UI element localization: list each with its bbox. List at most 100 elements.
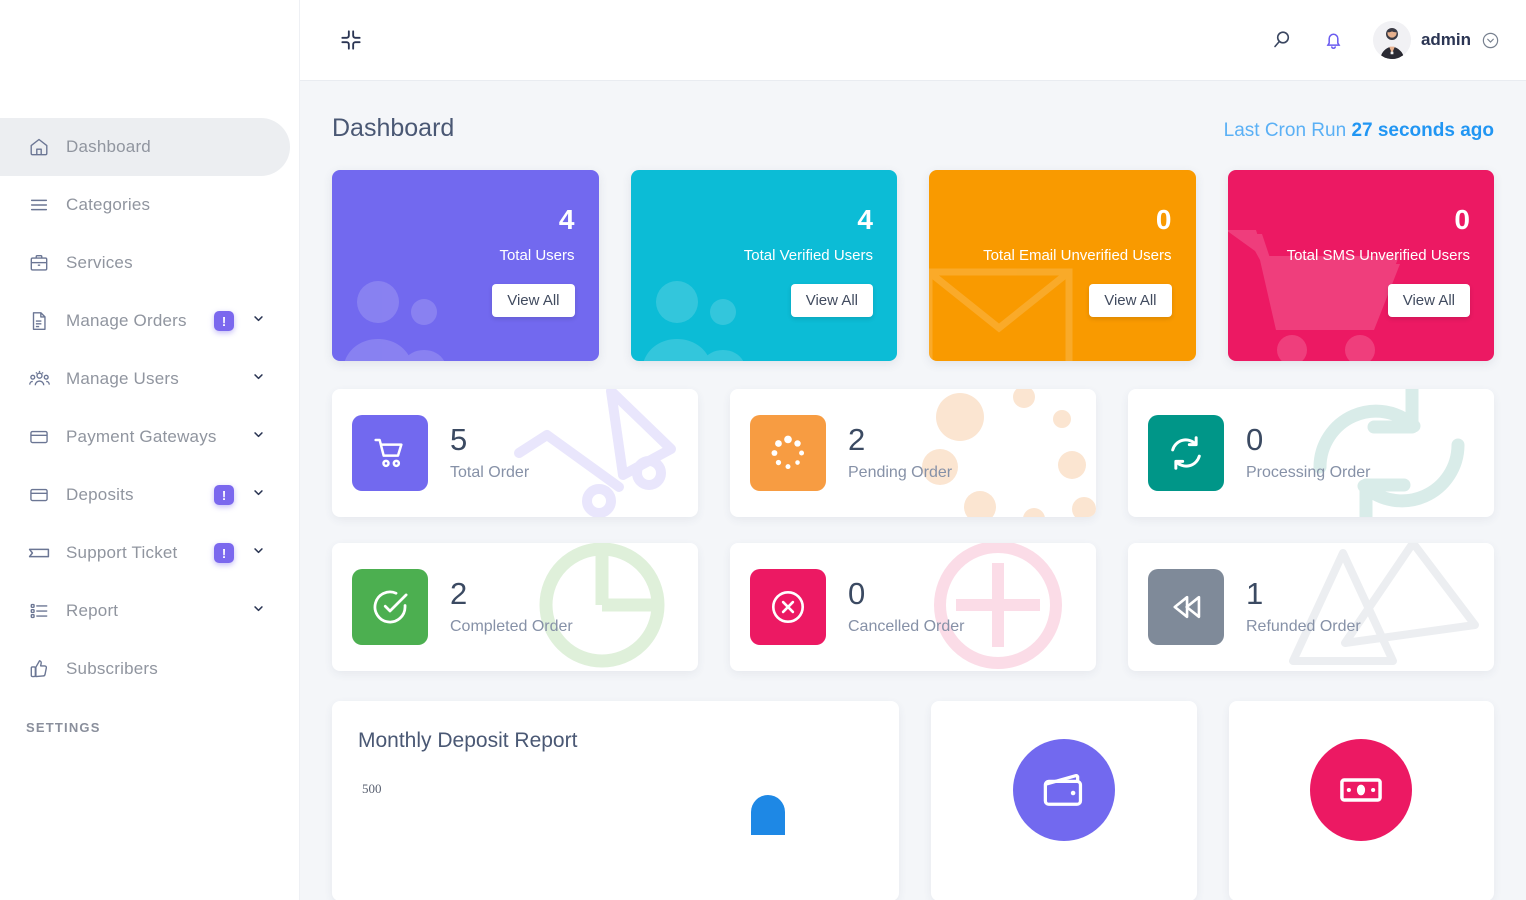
order-value: 1: [1246, 576, 1264, 612]
sidebar-item-manage-orders[interactable]: Manage Orders!: [0, 292, 290, 350]
order-card-completed-order[interactable]: 2 Completed Order: [332, 543, 698, 671]
order-cards-row-1: 5 Total Order 2 Pending Order 0 Processing Or…: [300, 389, 1526, 517]
sidebar-item-label: Support Ticket: [66, 543, 178, 562]
stat-label: Total SMS Unverified Users: [1286, 247, 1470, 264]
sidebar-item-support-ticket[interactable]: Support Ticket!: [0, 524, 290, 582]
stat-value: 4: [857, 204, 873, 235]
chevron-down-icon[interactable]: [251, 485, 266, 505]
cron-prefix: Last Cron Run: [1223, 120, 1352, 141]
deposit-chart: 500: [332, 773, 899, 900]
stat-card-total-email-unverified-users[interactable]: 0 Total Email Unverified Users View All: [929, 170, 1196, 361]
envelope-icon: [929, 254, 1081, 361]
sidebar-item-label: Payment Gateways: [66, 427, 217, 446]
sidebar-item-services[interactable]: Services: [0, 234, 290, 292]
order-value: 0: [848, 576, 866, 612]
order-value: 2: [450, 576, 468, 612]
check-circle-icon: [352, 569, 428, 645]
order-card-refunded-order[interactable]: 1 Refunded Order: [1128, 543, 1494, 671]
money-note-icon-wrap: [1310, 739, 1413, 841]
card-icon: [26, 482, 52, 508]
view-all-button[interactable]: View All: [1089, 284, 1172, 317]
refresh-icon: [1148, 415, 1224, 491]
main-content: Dashboard Last Cron Run 27 seconds ago 4…: [300, 81, 1526, 900]
users-group-icon: [631, 254, 773, 361]
card-icon: [26, 424, 52, 450]
users-group-icon: [332, 254, 474, 361]
rewind-icon: [1148, 569, 1224, 645]
page-title: Dashboard: [332, 114, 455, 142]
document-icon: [26, 308, 52, 334]
chevron-down-icon[interactable]: [251, 601, 266, 621]
stat-card-total-users[interactable]: 4 Total Users View All: [332, 170, 599, 361]
sidebar-item-label: Subscribers: [66, 659, 158, 678]
stat-value: 4: [558, 204, 575, 235]
stat-label: Total Users: [499, 247, 575, 264]
sidebar-item-dashboard[interactable]: Dashboard: [0, 118, 290, 176]
view-all-button[interactable]: View All: [1387, 284, 1470, 317]
chevron-down-icon[interactable]: [251, 427, 266, 447]
ticket-icon: [26, 540, 52, 566]
view-all-button[interactable]: View All: [492, 284, 575, 317]
order-label: Completed Order: [450, 617, 573, 635]
sidebar-item-label: Deposits: [66, 485, 134, 504]
sidebar-item-subscribers[interactable]: Subscribers: [0, 640, 290, 698]
stat-label: Total Verified Users: [743, 247, 873, 264]
search-icon[interactable]: [1270, 28, 1294, 52]
avatar: [1372, 21, 1411, 59]
chart-series-point: [751, 795, 785, 835]
money-panel[interactable]: [1228, 701, 1494, 900]
stat-value: 0: [1155, 204, 1172, 235]
chart-ytick: 500: [362, 781, 382, 796]
sidebar-nav: Dashboard Categories Services Manage Orders…: [0, 118, 299, 735]
cart-icon: [352, 415, 428, 491]
stat-card-total-verified-users[interactable]: 4 Total Verified Users View All: [630, 170, 897, 361]
sidebar-item-label: Services: [66, 253, 133, 272]
stat-card-total-sms-unverified-users[interactable]: 0 Total SMS Unverified Users View All: [1227, 170, 1494, 361]
home-icon: [26, 134, 52, 160]
order-card-total-order[interactable]: 5 Total Order: [332, 389, 698, 517]
sidebar-item-report[interactable]: Report: [0, 582, 290, 640]
sidebar-item-categories[interactable]: Categories: [0, 176, 290, 234]
compress-icon[interactable]: [338, 27, 364, 53]
order-label: Pending Order: [848, 463, 953, 481]
order-card-pending-order[interactable]: 2 Pending Order: [730, 389, 1096, 517]
username-label: admin: [1420, 30, 1471, 49]
panel-title: Monthly Deposit Report: [358, 729, 578, 752]
stat-cards-row: 4 Total Users View All 4 Total Verified User…: [300, 170, 1526, 361]
view-all-button[interactable]: View All: [790, 284, 873, 317]
bottom-row: Monthly Deposit Report 500: [300, 701, 1526, 900]
sidebar-item-payment-gateways[interactable]: Payment Gateways: [0, 408, 290, 466]
sidebar-section-settings: SETTINGS: [26, 720, 101, 735]
sidebar-item-label: Manage Orders: [66, 311, 187, 330]
list-icon: [26, 192, 52, 218]
order-label: Cancelled Order: [848, 617, 965, 635]
bell-icon[interactable]: [1322, 29, 1345, 52]
order-card-processing-order[interactable]: 0 Processing Order: [1128, 389, 1494, 517]
briefcase-icon: [26, 250, 52, 276]
users-icon: [26, 366, 52, 392]
order-value: 5: [450, 422, 468, 458]
order-label: Total Order: [450, 463, 530, 481]
wallet-panel[interactable]: [931, 701, 1197, 900]
order-value: 0: [1246, 422, 1264, 458]
order-cards-row-2: 2 Completed Order 0 Cancelled Order 1 Refunde…: [300, 543, 1526, 671]
chevron-down-icon[interactable]: [251, 369, 266, 389]
order-card-cancelled-order[interactable]: 0 Cancelled Order: [730, 543, 1096, 671]
chevron-down-circle-icon[interactable]: [1481, 31, 1500, 50]
shopping-cart-icon: [1227, 224, 1405, 361]
sidebar-item-label: Categories: [66, 195, 151, 214]
stat-value: 0: [1454, 204, 1470, 235]
sidebar-item-manage-users[interactable]: Manage Users: [0, 350, 290, 408]
chevron-down-icon[interactable]: [251, 543, 266, 563]
top-bar: admin: [300, 0, 1526, 81]
sidebar: Dashboard Categories Services Manage Orders…: [0, 0, 300, 900]
report-list-icon: [26, 598, 52, 624]
user-menu[interactable]: admin: [1372, 21, 1500, 59]
x-circle-icon: [750, 569, 826, 645]
sidebar-item-deposits[interactable]: Deposits!: [0, 466, 290, 524]
stat-label: Total Email Unverified Users: [983, 247, 1172, 264]
sidebar-item-badge: !: [214, 485, 234, 505]
chevron-down-icon[interactable]: [251, 311, 266, 331]
order-value: 2: [848, 422, 866, 458]
thumbs-up-icon: [26, 656, 52, 682]
